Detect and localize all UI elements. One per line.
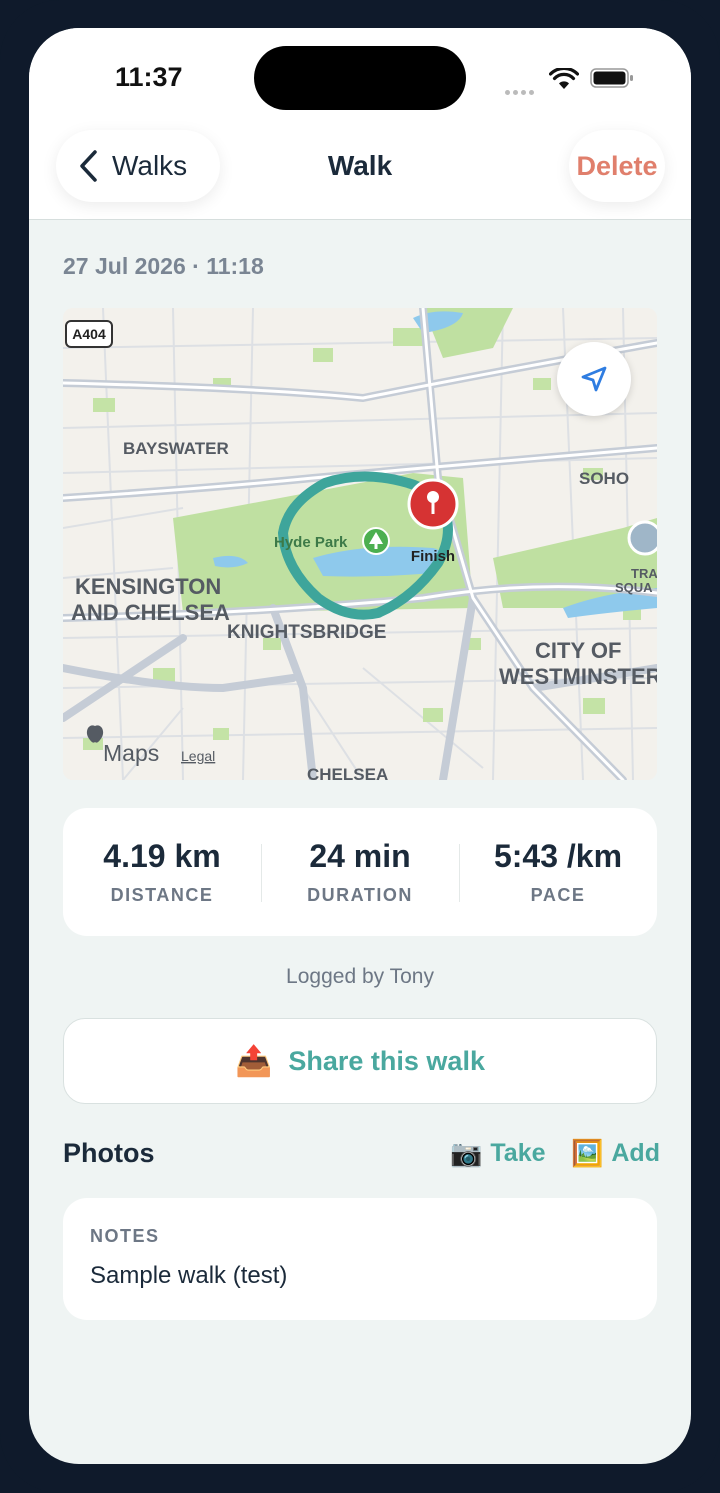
map-label-trafalgar-1: TRAFAL [631,566,657,581]
maps-brand-label: Maps [103,740,159,766]
location-arrow-icon [581,366,607,392]
screen: 11:37 Walks Walk Delete 27 Jul 2026 · 11… [29,28,691,1464]
outbox-tray-icon: 📤 [235,1044,273,1078]
route-map[interactable]: A404 BAYSWATER SOHO KENSINGTON AND CHELS… [63,308,657,780]
map-label-westminster-1: CITY OF [535,638,621,663]
map-label-westminster-2: WESTMINSTER [499,664,657,689]
road-shield-label: A404 [72,326,106,342]
dynamic-island [254,46,466,110]
notes-label: NOTES [90,1226,160,1246]
wifi-icon [549,68,579,89]
take-photo-button[interactable]: 📷 Take [450,1138,546,1169]
delete-button[interactable]: Delete [569,130,665,202]
share-walk-label: Share this walk [288,1045,485,1076]
picture-icon: 🖼️ [571,1138,604,1168]
stat-label: DISTANCE [110,885,214,905]
notes-text: Sample walk (test) [90,1262,288,1289]
status-time: 11:37 [115,62,183,92]
map-label-soho: SOHO [579,469,629,488]
map-label-finish: Finish [411,548,455,565]
take-photo-label: Take [490,1139,546,1167]
tree-icon [362,527,390,555]
notes-card: NOTES Sample walk (test) [63,1198,657,1320]
stat-value: 24 min [309,838,411,874]
logged-by-text: Logged by Tony [286,965,434,988]
map-label-kensington-2: AND CHELSEA [71,600,230,625]
camera-icon: 📷 [450,1138,483,1168]
stat-distance: 4.19 km DISTANCE [63,808,261,936]
add-photo-label: Add [611,1139,660,1167]
map-label-kensington-1: KENSINGTON [75,574,221,599]
legal-link[interactable]: Legal [181,748,215,764]
stat-duration: 24 min DURATION [261,808,459,936]
map-pin-icon [407,478,459,530]
map-label-hyde-park: Hyde Park [274,534,348,551]
stat-value: 4.19 km [103,838,221,874]
stat-pace: 5:43 /km PACE [459,808,657,936]
battery-icon [590,68,633,88]
map-label-bayswater: BAYSWATER [123,439,229,458]
navigation-bar: Walks Walk Delete [29,128,691,220]
walk-stats: 4.19 km DISTANCE 24 min DURATION 5:43 /k… [63,808,657,936]
device-frame: 11:37 Walks Walk Delete 27 Jul 2026 · 11… [0,0,720,1493]
stat-value: 5:43 /km [493,838,623,874]
map-label-chelsea: CHELSEA [307,765,388,780]
map-label-knightsbridge: KNIGHTSBRIDGE [227,622,386,643]
stat-label: PACE [530,885,586,905]
place-photo-thumbnail[interactable] [627,520,657,556]
add-photo-button[interactable]: 🖼️ Add [571,1138,660,1169]
photos-heading: Photos [63,1138,155,1168]
share-walk-button[interactable]: 📤 Share this walk [63,1018,657,1104]
cellular-signal-icon [505,82,539,95]
walk-datetime: 27 Jul 2026 · 11:18 [63,253,264,279]
stat-label: DURATION [307,885,413,905]
locate-button[interactable] [557,342,631,416]
status-bar: 11:37 [29,28,691,128]
map-label-trafalgar-2: SQUA [615,580,653,595]
